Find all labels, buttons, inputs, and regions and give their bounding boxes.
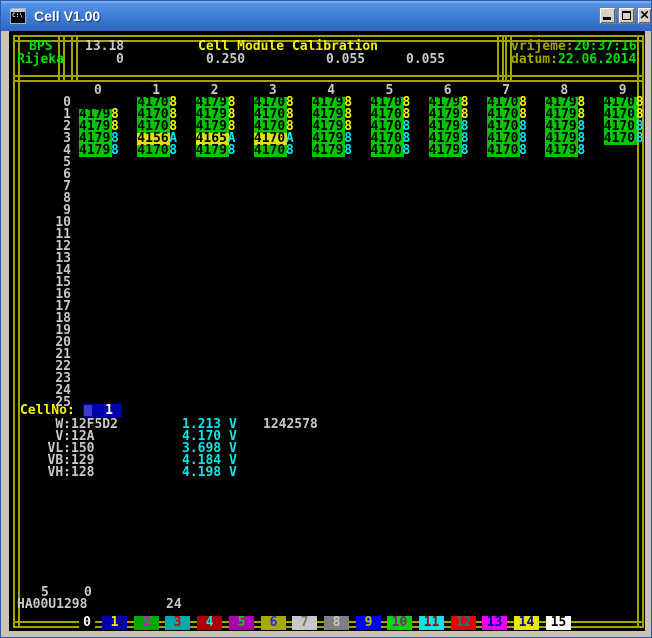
grid-cell-suffix: 8 (519, 145, 527, 157)
header-param-1: 0.250 (206, 54, 245, 66)
legend-swatch-10: 10 (387, 616, 412, 630)
station-city: Rijeka (17, 54, 64, 66)
grid-cell[interactable]: 4170 (371, 145, 404, 157)
grid-cell[interactable]: 4179 (312, 145, 345, 157)
param-extra: 1242578 (263, 419, 318, 431)
grid-cell[interactable]: 4170 (137, 145, 170, 157)
title-bar[interactable]: C:\ Cell V1.00 ✕ (1, 1, 651, 31)
legend-swatch-15: 15 (546, 616, 571, 630)
grid-cell-suffix: 8 (228, 145, 236, 157)
grid-cell[interactable]: 4170 (487, 145, 520, 157)
param-voltage: 4.198 V (182, 467, 237, 479)
close-button[interactable]: ✕ (637, 7, 652, 24)
legend-swatch-3: 3 (165, 616, 190, 630)
legend-swatch-8: 8 (324, 616, 349, 630)
legend-swatch-2: 2 (134, 616, 159, 630)
cellno-input[interactable]: 1 (83, 404, 122, 417)
param-value: 128 (71, 467, 94, 479)
legend-swatch-14: 14 (514, 616, 539, 630)
window-title: Cell V1.00 (34, 8, 100, 24)
console-icon-text: C:\ (12, 13, 23, 19)
maximize-button[interactable] (618, 7, 635, 24)
minimize-icon (603, 17, 611, 20)
header-value-bottom: 0 (116, 54, 124, 66)
app-window: C:\ Cell V1.00 ✕ BPS Rijeka 13.18 0 Cell… (0, 0, 652, 638)
legend-swatch-5: 5 (229, 616, 254, 630)
grid-cell[interactable]: 4179 (79, 145, 112, 157)
date-value: 22.06.2014 (558, 54, 636, 66)
cellno-label: CellNo: (20, 405, 75, 417)
legend-swatch-9: 9 (356, 616, 381, 630)
cellno-value: 1 (105, 404, 113, 417)
grid-cell-suffix: 8 (403, 145, 411, 157)
grid-cell-suffix: 8 (286, 145, 294, 157)
header-param-2: 0.055 (326, 54, 365, 66)
frame-left-line (13, 35, 20, 628)
header-param-3: 0.055 (406, 54, 445, 66)
legend-swatch-4: 4 (197, 616, 222, 630)
grid-cell-suffix: 8 (344, 145, 352, 157)
legend-swatch-6: 6 (261, 616, 286, 630)
minimize-button[interactable] (599, 7, 616, 24)
date-label: datum: (511, 54, 558, 66)
legend-swatch-0: 0 (79, 616, 95, 630)
legend-swatch-12: 12 (451, 616, 476, 630)
legend-swatch-7: 7 (292, 616, 317, 630)
grid-cell-suffix: 8 (636, 133, 644, 145)
console-icon: C:\ (10, 8, 26, 24)
param-label: VH: (15, 467, 71, 479)
frame-divider-line (13, 75, 644, 82)
legend-swatch-11: 11 (419, 616, 444, 630)
header-divider-3 (497, 35, 504, 82)
status-count: 24 (166, 599, 182, 611)
status-code: HA00U1298 (17, 599, 87, 611)
grid-cell[interactable]: 4170 (254, 145, 287, 157)
legend-swatch-13: 13 (482, 616, 507, 630)
close-icon: ✕ (638, 8, 651, 23)
grid-cell[interactable]: 4179 (196, 145, 229, 157)
maximize-icon (622, 11, 631, 20)
grid-cell-suffix: 8 (577, 145, 585, 157)
grid-cell-suffix: 8 (169, 145, 177, 157)
grid-cell[interactable]: 4179 (429, 145, 462, 157)
text-cursor (84, 405, 92, 416)
grid-cell-suffix: 8 (111, 145, 119, 157)
legend-swatch-1: 1 (102, 616, 127, 630)
grid-cell-suffix: 8 (461, 145, 469, 157)
grid-col-header: 0 (94, 85, 102, 97)
header-divider-2 (71, 35, 78, 82)
grid-cell[interactable]: 4170 (604, 133, 637, 145)
grid-cell[interactable]: 4179 (545, 145, 578, 157)
